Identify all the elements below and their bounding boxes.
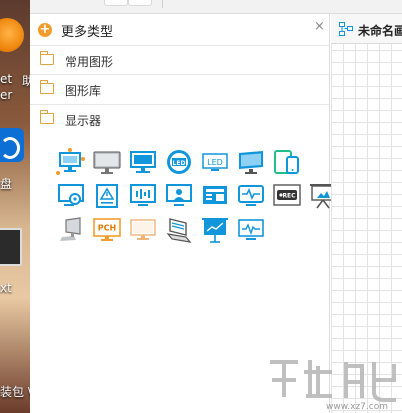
svg-text:REC: REC (282, 193, 296, 200)
toolbar-button[interactable] (104, 0, 128, 6)
category-label: 显示器 (65, 114, 102, 128)
monitor-blue-icon[interactable] (128, 147, 158, 177)
tablet-phone-icon[interactable] (272, 147, 302, 177)
monitor-pulse-icon[interactable] (236, 181, 266, 211)
svg-text:PCH: PCH (98, 224, 116, 233)
folder-icon (40, 80, 54, 94)
category-common-shapes[interactable]: 常用图形 (30, 45, 330, 75)
toolbar (30, 0, 402, 14)
monitor-tilted-icon[interactable] (236, 147, 266, 177)
led-text-icon[interactable]: LED (200, 147, 230, 177)
desktop-app-icon[interactable] (0, 128, 24, 162)
panel-title: 更多类型 (61, 25, 114, 40)
led-round-icon[interactable]: LED (164, 147, 194, 177)
category-monitors[interactable]: 显示器 (30, 105, 330, 135)
category-label: 常用图形 (65, 55, 114, 69)
screen-bank-icon[interactable] (200, 181, 230, 211)
desktop-label: xt (0, 281, 12, 295)
panel-header: + 更多类型 × (30, 14, 330, 44)
desktop-background: et er 盘 xt 装包 \ (0, 0, 30, 413)
svg-text:LED: LED (207, 158, 223, 167)
laptop-lines-icon[interactable] (164, 215, 194, 245)
desktop-app-icon[interactable] (0, 18, 24, 52)
folder-icon (40, 51, 54, 65)
desktop-label: 盘 (0, 177, 13, 191)
toolbar-button[interactable] (128, 0, 152, 6)
monitor-gear-icon[interactable] (56, 181, 86, 211)
desktop-label: 装包 \ (0, 385, 30, 399)
audio-wave-icon[interactable] (128, 181, 158, 211)
document-warning-icon[interactable] (92, 181, 122, 211)
svg-text:LED: LED (173, 160, 186, 167)
add-icon[interactable]: + (38, 23, 52, 37)
monitor-heartbeat-icon[interactable] (236, 215, 266, 245)
rec-icon[interactable]: REC (272, 181, 302, 211)
monitor-frame-icon[interactable] (128, 215, 158, 245)
watermark-url: www.xz7.com (326, 402, 388, 412)
category-label: 图形库 (65, 84, 102, 98)
text-file-icon[interactable] (0, 228, 22, 266)
flowchart-icon (339, 22, 353, 36)
category-shape-library[interactable]: 图形库 (30, 75, 330, 105)
monitor-network-icon[interactable] (56, 147, 86, 177)
close-icon[interactable]: × (314, 19, 325, 34)
monitor-side-icon[interactable] (56, 215, 86, 245)
tab-label: 未命名画 (358, 24, 402, 38)
monitor-person-icon[interactable] (164, 181, 194, 211)
projector-screen-icon[interactable] (200, 215, 230, 245)
tab-untitled[interactable]: 未命名画 (331, 14, 402, 44)
toolbar-divider (162, 0, 163, 8)
pch-monitor-icon[interactable]: PCH (92, 215, 122, 245)
monitor-gray-icon[interactable] (92, 147, 122, 177)
desktop-label: et (0, 72, 13, 86)
folder-icon (40, 110, 54, 124)
desktop-label: er (0, 88, 13, 102)
